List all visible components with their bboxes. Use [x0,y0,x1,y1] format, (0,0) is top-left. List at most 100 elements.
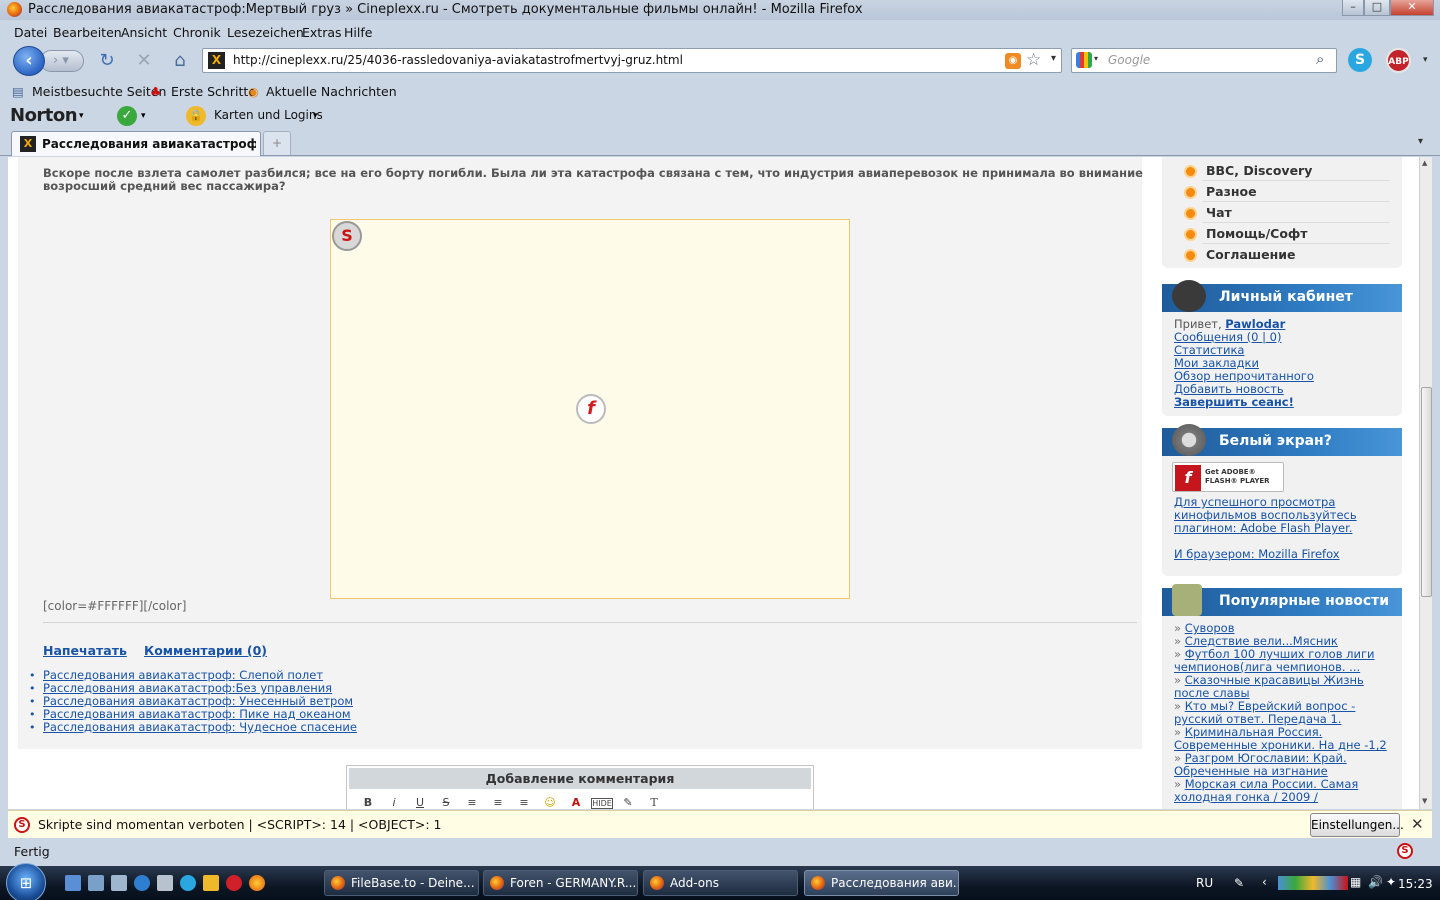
italic-button[interactable]: i [381,796,407,809]
bold-button[interactable]: B [355,796,381,809]
task-foren[interactable]: Foren - GERMANY.R... [483,870,638,896]
menu-bearbeiten[interactable]: Bearbeiten [53,25,122,40]
popular-item[interactable]: Сказочные красавицы Жизнь после славы [1174,673,1364,700]
skype-icon[interactable]: S [1348,48,1372,72]
search-icon[interactable]: ⌕ [1316,50,1324,68]
close-window-button[interactable]: ✕ [1390,0,1434,16]
edit-button[interactable]: ✎ [615,796,641,809]
popular-item[interactable]: Суворов [1185,621,1235,635]
sidebar-item-misc[interactable]: Разное [1184,182,1390,202]
start-button[interactable]: ⊞ [6,863,46,900]
scroll-down-icon[interactable]: ▼ [1422,797,1427,805]
scrollbar-thumb[interactable] [1421,387,1432,597]
maximize-button[interactable]: □ [1364,0,1390,16]
search-engine-dropdown-icon[interactable]: ▾ [1094,54,1098,63]
sidebar-item-chat[interactable]: Чат [1184,203,1390,223]
url-text[interactable]: http://cineplexx.ru/25/4036-rassledovani… [233,53,683,67]
get-flash-badge[interactable]: f Get ADOBE® FLASH® PLAYER [1172,462,1284,492]
norton-check-icon[interactable]: ✓ [117,106,137,126]
menu-lesezeichen[interactable]: Lesezeichen [227,25,304,40]
popular-item[interactable]: Разгром Югославии: Край. Обреченные на и… [1174,751,1347,778]
statistics-link[interactable]: Статистика [1174,343,1244,357]
menu-hilfe[interactable]: Hilfe [344,25,372,40]
bookmark-aktuelle-nachrichten[interactable]: Aktuelle Nachrichten [266,84,397,99]
calculator-icon[interactable] [157,875,173,891]
clock[interactable]: 15:23 [1398,877,1433,891]
font-color-button[interactable]: A [563,796,589,809]
font-button[interactable]: T [641,796,667,809]
strike-button[interactable]: S [433,796,459,809]
menu-ansicht[interactable]: Ansicht [121,25,167,40]
tab-list-dropdown-icon[interactable]: ▾ [1418,136,1423,147]
print-link[interactable]: Напечатать [43,643,127,658]
url-dropdown-icon[interactable]: ▾ [1051,53,1056,64]
smiley-button[interactable]: ☺ [537,796,563,809]
menu-extras[interactable]: Extras [302,25,342,40]
popular-item[interactable]: Криминальная Россия. Современные хроники… [1174,725,1387,752]
bookmark-meistbesuchte[interactable]: Meistbesuchte Seiten [32,84,166,99]
back-button[interactable]: ‹ [13,46,45,76]
underline-button[interactable]: U [407,796,433,809]
task-filebase[interactable]: FileBase.to - Deine... [324,870,479,896]
forward-button[interactable]: › ▾ [40,50,84,72]
norton-logo[interactable]: Norton [10,105,78,126]
url-bar[interactable]: X http://cineplexx.ru/25/4036-rassledova… [202,48,1062,73]
hide-button[interactable]: HIDE [591,798,613,809]
related-link[interactable]: Расследования авиакатастроф: Слепой поле… [43,668,323,682]
tray-icons[interactable] [1278,876,1348,890]
network-icon[interactable]: ▦ [1350,875,1361,889]
adblock-icon[interactable]: ABP [1386,48,1411,73]
sidebar-item-help[interactable]: Помощь/Софт [1184,224,1390,244]
skype-taskbar-icon[interactable] [180,875,196,891]
sidebar-item-bbc[interactable]: BBC, Discovery [1184,161,1390,181]
ie-icon[interactable] [134,875,150,891]
task-current[interactable]: Расследования ави... [804,870,959,896]
popular-item[interactable]: Следствие вели...Мясник [1185,634,1338,648]
google-icon[interactable] [1076,52,1092,68]
adblock-dropdown-icon[interactable]: ▾ [1423,55,1428,65]
karten-und-logins[interactable]: Karten und Logins [214,108,323,122]
related-link[interactable]: Расследования авиакатастроф:Без управлен… [43,681,332,695]
close-notification-icon[interactable]: ✕ [1411,815,1424,833]
task-addons[interactable]: Add-ons [643,870,798,896]
bookmark-star-icon[interactable]: ☆ [1026,50,1041,70]
align-right-button[interactable]: ≡ [511,796,537,809]
comments-link[interactable]: Комментарии (0) [144,643,267,658]
align-center-button[interactable]: ≡ [485,796,511,809]
add-news-link[interactable]: Добавить новость [1174,382,1284,396]
username-link[interactable]: Pawlodar [1225,317,1285,331]
bookmark-erste-schritte[interactable]: Erste Schritte [171,84,256,99]
align-left-button[interactable]: ≡ [459,796,485,809]
search-box[interactable]: ▾ Google ⌕ [1071,48,1337,73]
firefox-taskbar-icon[interactable] [249,875,265,891]
rss-icon[interactable]: ◉ [1005,53,1021,69]
firefox-link[interactable]: И браузером: Mozilla Firefox [1174,547,1340,561]
settings-button[interactable]: Einstellungen... [1310,813,1404,837]
related-link[interactable]: Расследования авиакатастроф: Пике над ок… [43,707,351,721]
bookmarks-link[interactable]: Мои закладки [1174,356,1259,370]
sidebar-item-agreement[interactable]: Соглашение [1184,245,1390,265]
language-indicator[interactable]: RU [1196,876,1213,890]
related-link[interactable]: Расследования авиакатастроф: Унесенный в… [43,694,353,708]
flash-info-link[interactable]: Для успешного просмотра кинофильмов восп… [1174,495,1357,535]
norton-dropdown-icon[interactable]: ▾ [79,111,84,121]
messages-link[interactable]: Сообщения (0 | 0) [1174,330,1281,344]
search-input[interactable]: Google [1108,53,1150,67]
pen-icon[interactable]: ✎ [1234,876,1244,890]
explorer-icon[interactable] [111,875,127,891]
new-tab-button[interactable]: + [263,131,291,155]
flash-icon[interactable]: f [576,394,606,424]
related-link[interactable]: Расследования авиакатастроф: Чудесное сп… [43,720,357,734]
home-icon[interactable]: ⌂ [169,50,191,72]
show-desktop-icon[interactable] [65,875,81,891]
media-icon[interactable] [203,875,219,891]
opera-icon[interactable] [226,875,242,891]
popular-item[interactable]: Кто мы? Еврейский вопрос - русский ответ… [1174,699,1355,726]
popular-item[interactable]: Футбол 100 лучших голов лиги чемпионов(л… [1174,647,1375,674]
logins-dropdown-icon[interactable]: ▾ [313,111,318,121]
tab-current[interactable]: X Расследования авиакатастроф:Мер... [11,131,261,156]
flash-player-placeholder[interactable]: S f [330,219,850,599]
popular-item[interactable]: Морская сила России. Самая холодная гонк… [1174,777,1358,804]
power-icon[interactable]: ✦ [1386,875,1396,889]
unread-link[interactable]: Обзор непрочитанного [1174,369,1314,383]
